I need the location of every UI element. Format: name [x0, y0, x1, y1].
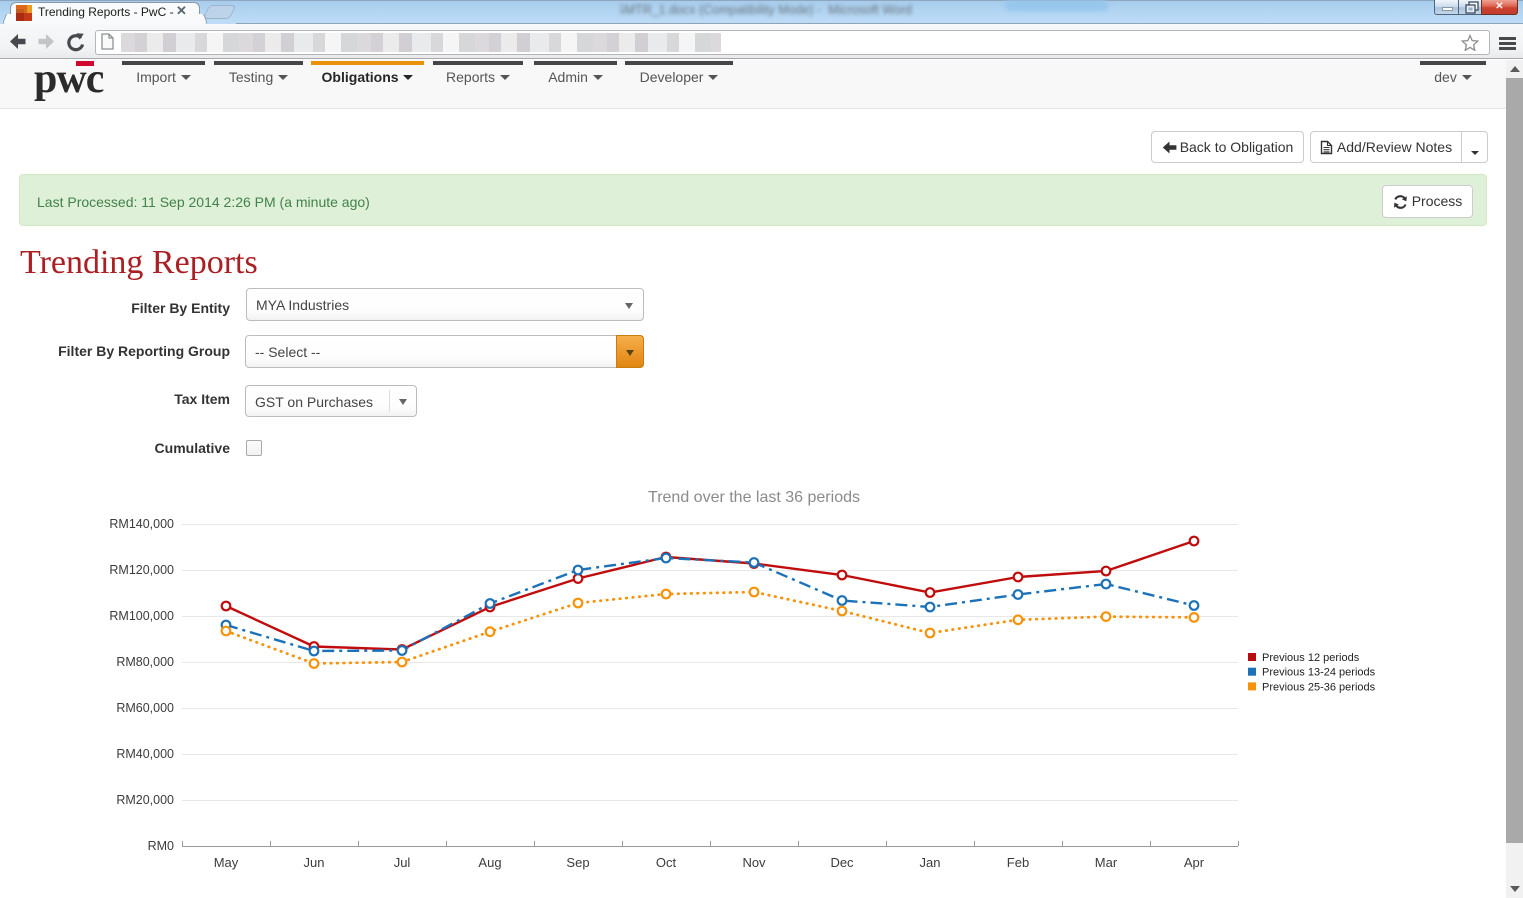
- svg-text:RM100,000: RM100,000: [109, 609, 174, 623]
- svg-text:Jan: Jan: [920, 855, 941, 870]
- svg-text:Feb: Feb: [1007, 855, 1029, 870]
- svg-text:Sep: Sep: [566, 855, 589, 870]
- svg-text:RM40,000: RM40,000: [116, 747, 174, 761]
- svg-text:Nov: Nov: [742, 855, 766, 870]
- svg-text:May: May: [214, 855, 239, 870]
- svg-text:Jul: Jul: [394, 855, 411, 870]
- svg-text:Jun: Jun: [304, 855, 325, 870]
- svg-text:Previous 12 periods: Previous 12 periods: [1262, 652, 1360, 664]
- svg-text:Aug: Aug: [478, 855, 501, 870]
- svg-text:RM20,000: RM20,000: [116, 793, 174, 807]
- svg-text:RM0: RM0: [148, 839, 174, 853]
- svg-text:RM60,000: RM60,000: [116, 701, 174, 715]
- svg-text:Apr: Apr: [1184, 855, 1205, 870]
- svg-text:Previous 25-36 periods: Previous 25-36 periods: [1262, 681, 1376, 693]
- svg-text:Mar: Mar: [1095, 855, 1118, 870]
- svg-text:RM120,000: RM120,000: [109, 563, 174, 577]
- svg-text:RM140,000: RM140,000: [109, 517, 174, 531]
- svg-text:Trend over the last 36 periods: Trend over the last 36 periods: [648, 489, 860, 506]
- svg-text:Oct: Oct: [656, 855, 677, 870]
- svg-text:Previous 13-24 periods: Previous 13-24 periods: [1262, 667, 1376, 679]
- svg-text:RM80,000: RM80,000: [116, 655, 174, 669]
- svg-text:Dec: Dec: [830, 855, 854, 870]
